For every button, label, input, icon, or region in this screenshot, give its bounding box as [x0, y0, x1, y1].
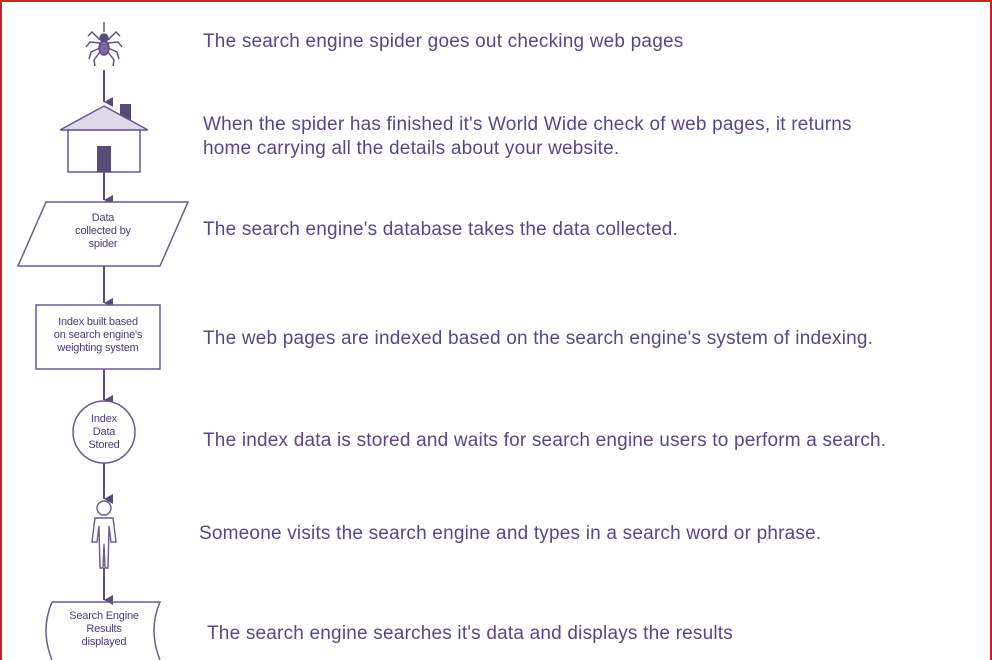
step-return-home-line-2: home carrying all the details about your…: [203, 138, 620, 159]
step-stored-text: The index data is stored and waits for s…: [203, 430, 887, 451]
results-display-label: Search Engine Results displayed: [69, 610, 139, 648]
stored-circle-label: Index Data Stored: [88, 413, 120, 451]
step-database-text: The search engine's database takes the d…: [203, 219, 678, 240]
spider-icon: [85, 22, 123, 67]
step-user-search-text: Someone visits the search engine and typ…: [199, 523, 822, 544]
house-icon: [59, 104, 149, 173]
step-results-text: The search engine searches it's data and…: [207, 623, 733, 644]
step-indexing-text: The web pages are indexed based on the s…: [203, 328, 874, 349]
step-spider-text: The search engine spider goes out checki…: [203, 31, 684, 52]
person-icon: [91, 500, 117, 569]
step-return-home-line-1: When the spider has finished it's World …: [203, 114, 852, 135]
index-box-label: Index built based on search engine's wei…: [53, 316, 143, 354]
data-parallelogram-label: Data collected by spider: [75, 212, 131, 250]
step-return-home-text: When the spider has finished it's World …: [203, 113, 852, 161]
